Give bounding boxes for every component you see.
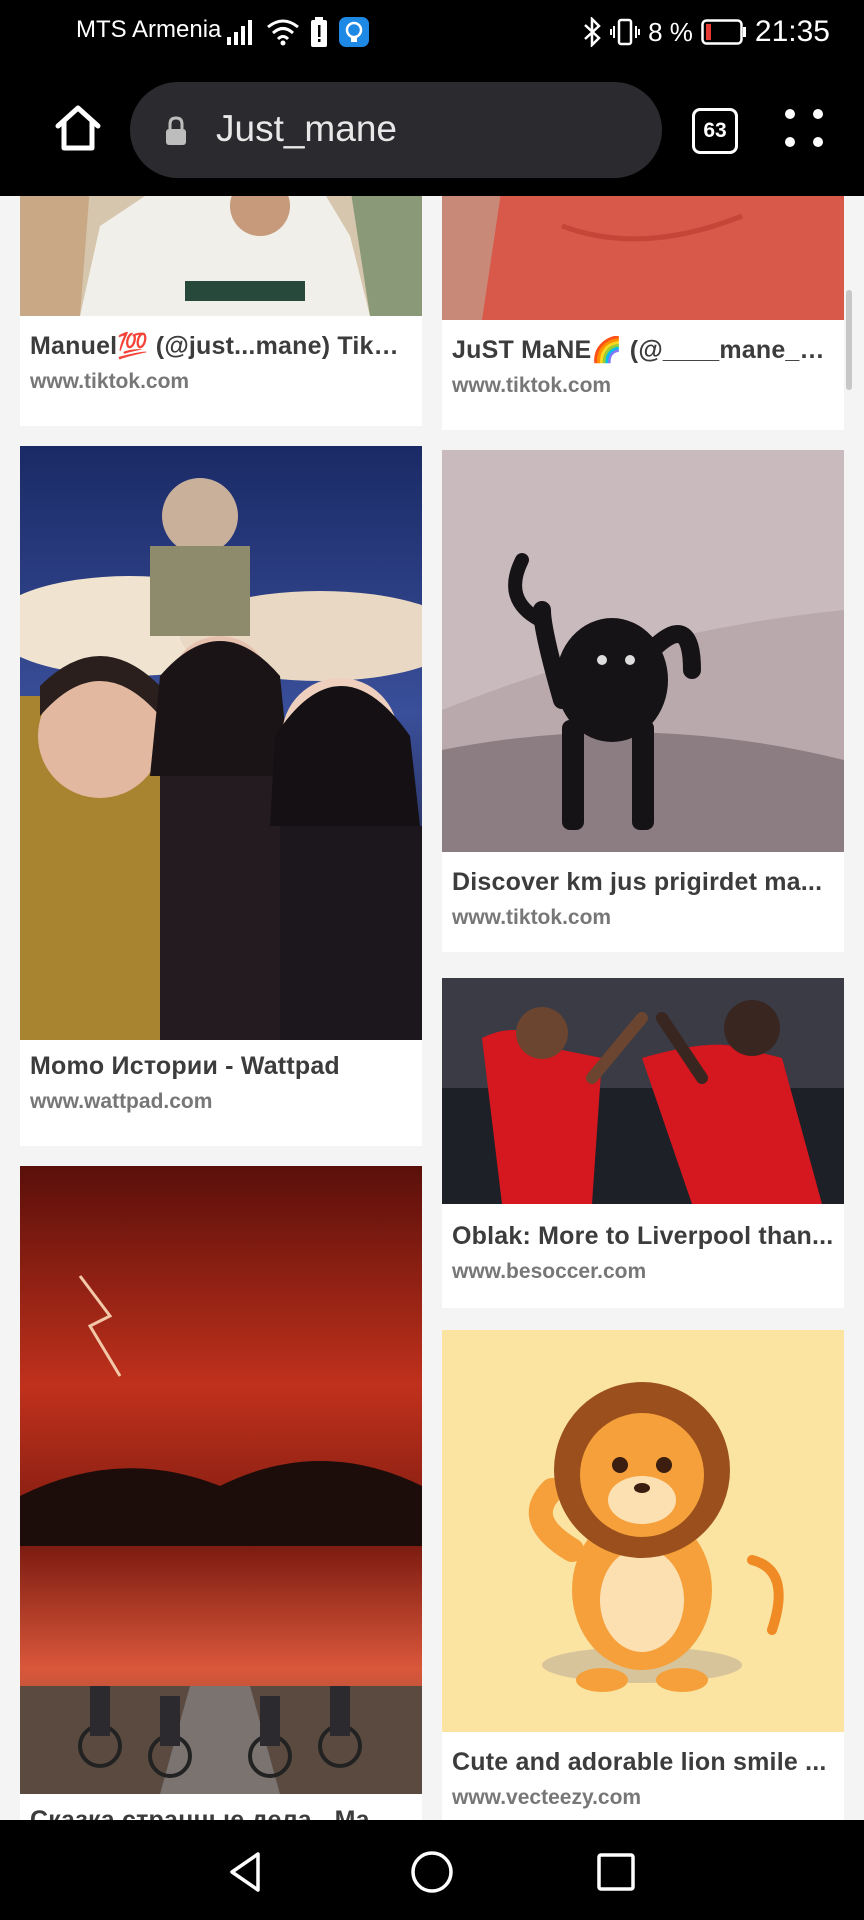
result-source: www.tiktok.com xyxy=(452,374,612,397)
signal-icon xyxy=(227,20,252,45)
result-caption[interactable]: Discover km jus prigirdet ma... xyxy=(452,868,834,897)
battery-icon xyxy=(701,19,746,45)
scrollbar-thumb[interactable] xyxy=(846,290,852,390)
system-nav-bar xyxy=(0,1820,864,1920)
wifi-icon xyxy=(267,19,299,46)
recents-square-icon[interactable] xyxy=(592,1848,640,1896)
result-source: www.vecteezy.com xyxy=(452,1786,642,1809)
result-source: www.wattpad.com xyxy=(30,1090,213,1113)
tab-switcher-button[interactable]: 63 xyxy=(692,108,738,154)
carrier-name: MTS Armenia xyxy=(76,16,222,43)
result-card[interactable]: JuST MaNE🌈 (@____mane__... www.tiktok.co… xyxy=(442,196,844,430)
result-card[interactable]: Oblak: More to Liverpool than... www.bes… xyxy=(442,978,844,1308)
result-thumbnail[interactable] xyxy=(20,446,422,1040)
result-source: www.tiktok.com xyxy=(452,906,612,929)
battery-percent: 8 % xyxy=(648,16,693,47)
home-icon[interactable] xyxy=(50,100,106,156)
result-thumbnail[interactable] xyxy=(20,1166,422,1794)
result-thumbnail[interactable] xyxy=(442,1330,844,1732)
result-card[interactable]: Discover km jus prigirdet ma... www.tikt… xyxy=(442,450,844,952)
status-bar: MTS Armenia 8 % 21:35 xyxy=(0,0,864,64)
back-triangle-icon[interactable] xyxy=(222,1848,270,1896)
bluetooth-icon xyxy=(584,17,601,47)
browser-toolbar: Just_mane 63 xyxy=(0,64,864,196)
battery-alert-icon xyxy=(311,17,327,47)
result-thumbnail[interactable] xyxy=(20,196,422,316)
result-card[interactable]: Cute and adorable lion smile ... www.vec… xyxy=(442,1330,844,1820)
result-thumbnail[interactable] xyxy=(442,978,844,1204)
url-text[interactable]: Just_mane xyxy=(216,108,397,150)
result-caption[interactable]: Oblak: More to Liverpool than... xyxy=(452,1222,834,1251)
result-card[interactable]: Momo Истории - Wattpad www.wattpad.com xyxy=(20,446,422,1146)
result-caption[interactable]: Manuel💯 (@just...mane) TikTok... xyxy=(30,332,412,361)
result-caption[interactable]: JuST MaNE🌈 (@____mane__... xyxy=(452,336,834,365)
more-vert-icon[interactable] xyxy=(776,100,832,156)
image-results-grid: Manuel💯 (@just...mane) TikTok... www.tik… xyxy=(0,196,864,1820)
result-card[interactable]: Сказка странные дела - Ma... xyxy=(20,1166,422,1820)
result-source: www.tiktok.com xyxy=(30,370,190,393)
result-card[interactable]: Manuel💯 (@just...mane) TikTok... www.tik… xyxy=(20,196,422,426)
clock: 21:35 xyxy=(754,15,830,48)
vibrate-icon xyxy=(610,18,641,46)
result-caption[interactable]: Cute and adorable lion smile ... xyxy=(452,1748,834,1777)
result-caption[interactable]: Сказка странные дела - Ma... xyxy=(30,1806,412,1820)
result-source: www.besoccer.com xyxy=(452,1260,647,1283)
vpn-shield-icon xyxy=(339,17,369,47)
status-right: 8 % 21:35 xyxy=(582,14,830,50)
result-thumbnail[interactable] xyxy=(442,196,844,320)
result-thumbnail[interactable] xyxy=(442,450,844,852)
status-left-icons xyxy=(226,14,370,50)
result-caption[interactable]: Momo Истории - Wattpad xyxy=(30,1052,412,1081)
home-circle-icon[interactable] xyxy=(408,1848,456,1896)
lock-icon xyxy=(166,116,186,145)
url-bar[interactable]: Just_mane xyxy=(130,82,662,178)
